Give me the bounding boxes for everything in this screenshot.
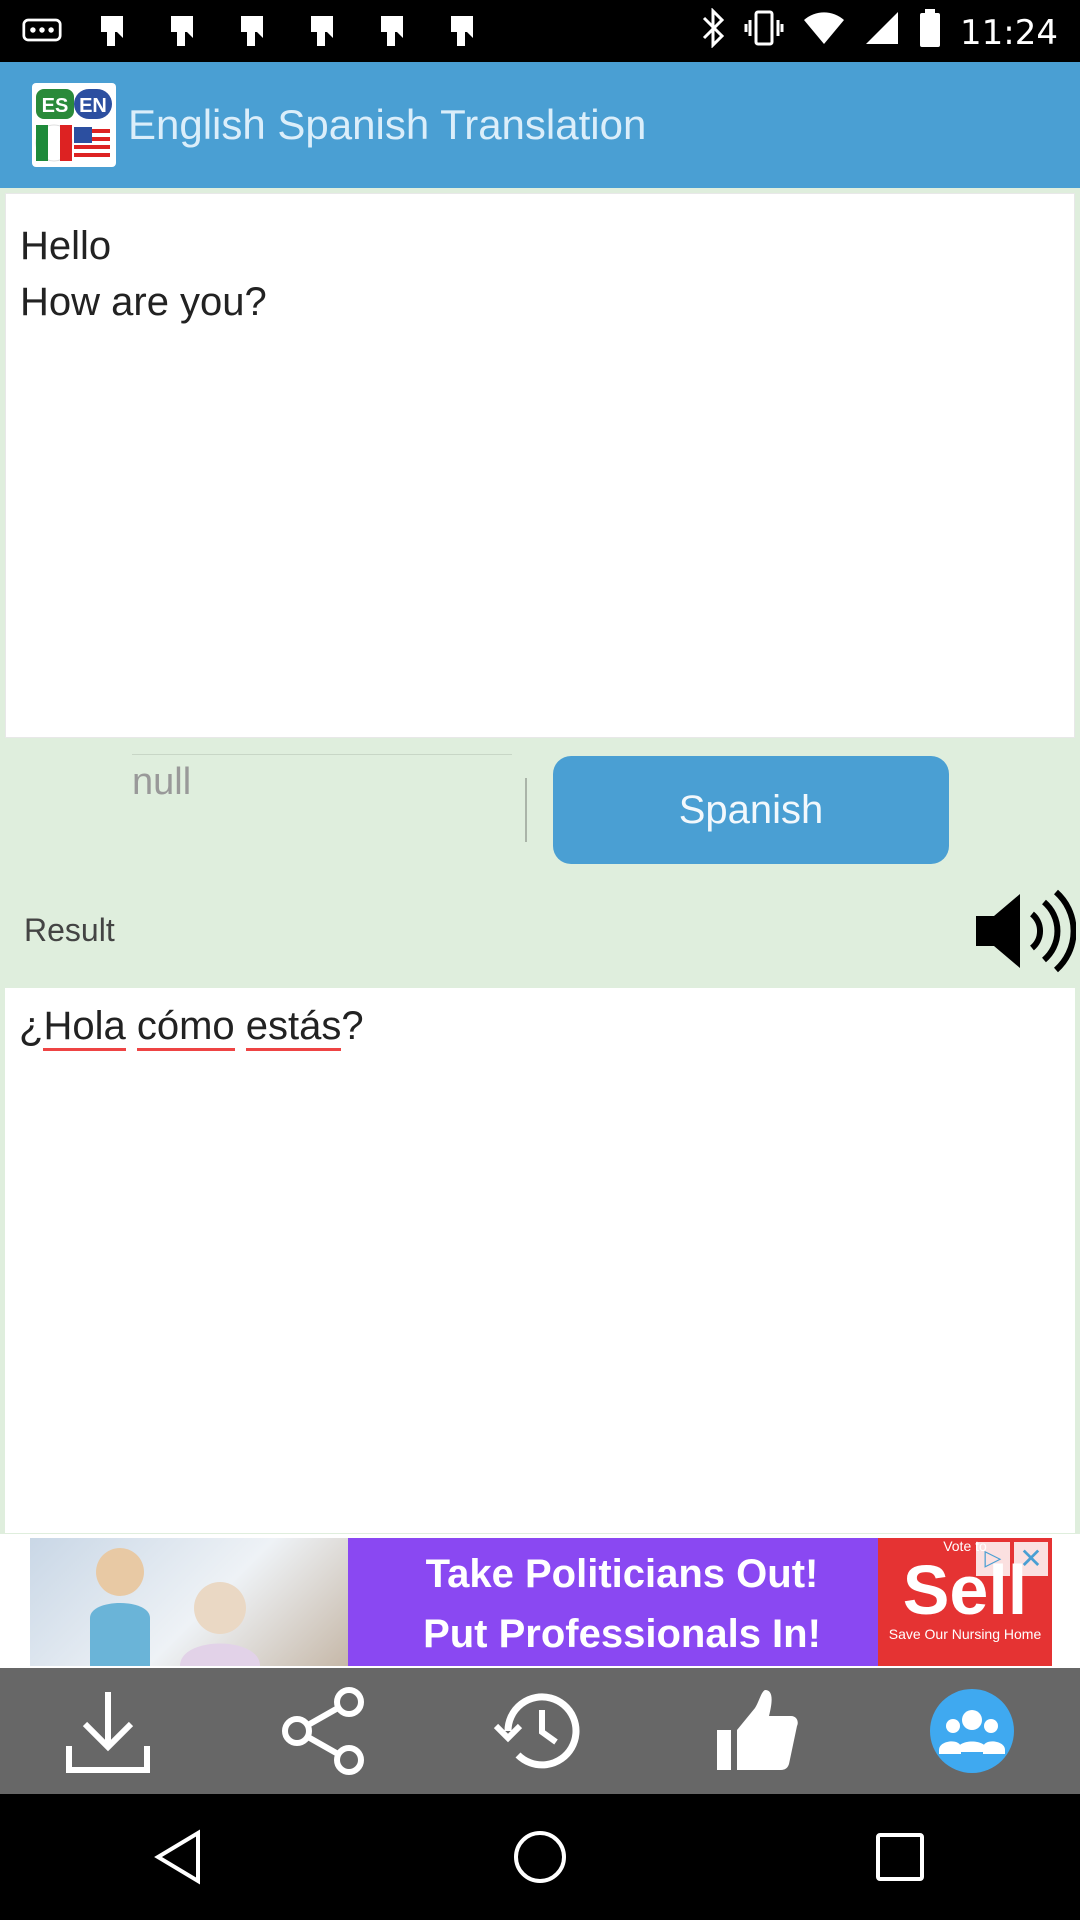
app-bar: ES EN English Spanish Translation [0, 62, 1080, 188]
notification-icon [162, 10, 202, 50]
notification-icon [302, 10, 342, 50]
bottom-toolbar [0, 1668, 1080, 1794]
app-title: English Spanish Translation [128, 101, 647, 148]
speaker-icon[interactable] [972, 888, 1077, 974]
status-right-icons: 11:24 [700, 7, 1058, 57]
divider [525, 778, 527, 842]
ad-line-1: Take Politicians Out! [425, 1552, 819, 1596]
ad-content[interactable]: Take Politicians Out! Put Professionals … [30, 1538, 1052, 1666]
result-word: estás [245, 1004, 342, 1051]
share-icon[interactable] [264, 1676, 384, 1786]
ad-choices-icon[interactable]: ▷ [976, 1542, 1010, 1576]
svg-text:EN: EN [79, 95, 107, 117]
history-icon[interactable] [480, 1676, 600, 1786]
result-text-box[interactable]: ¿Hola cómo estás? [5, 988, 1075, 1533]
result-label: Result [24, 912, 115, 948]
svg-text:ES: ES [42, 95, 69, 117]
ad-text: Take Politicians Out! Put Professionals … [348, 1544, 896, 1664]
ad-line-2: Put Professionals In! [423, 1612, 821, 1656]
battery-icon [918, 8, 942, 57]
ad-close-icon[interactable]: ✕ [1014, 1542, 1048, 1576]
result-word: cómo [136, 1004, 235, 1051]
notification-icon [372, 10, 412, 50]
status-time: 11:24 [960, 12, 1058, 53]
group-icon[interactable] [912, 1676, 1032, 1786]
target-language-button[interactable]: Spanish [553, 756, 949, 864]
result-suffix: ? [341, 1004, 364, 1048]
result-prefix: ¿ [19, 1004, 44, 1048]
bluetooth-icon [700, 7, 726, 57]
input-text-field[interactable]: Hello How are you? [5, 193, 1075, 738]
notification-icon [232, 10, 272, 50]
notification-icon [92, 10, 132, 50]
signal-icon [864, 10, 900, 55]
content-area: Hello How are you? null Result ¿Hola cóm… [0, 188, 1080, 1668]
notification-icon [442, 10, 482, 50]
ad-banner[interactable]: Take Politicians Out! Put Professionals … [0, 1534, 1080, 1668]
ad-image [30, 1538, 348, 1666]
source-language-selector[interactable]: null [132, 754, 512, 866]
thumbs-up-icon[interactable] [696, 1676, 816, 1786]
wifi-icon [802, 10, 846, 55]
status-bar: 11:24 [0, 0, 1080, 62]
status-left-icons [22, 10, 482, 50]
system-nav-bar [0, 1794, 1080, 1920]
back-icon[interactable] [120, 1807, 240, 1907]
ad-logo-bottom: Save Our Nursing Home [888, 1626, 1042, 1642]
home-icon[interactable] [480, 1807, 600, 1907]
app-logo: ES EN [32, 83, 116, 167]
result-word: Hola [43, 1004, 126, 1051]
recents-icon[interactable] [840, 1807, 960, 1907]
vibrate-icon [744, 8, 784, 57]
download-icon[interactable] [48, 1676, 168, 1786]
more-icon [22, 10, 62, 50]
